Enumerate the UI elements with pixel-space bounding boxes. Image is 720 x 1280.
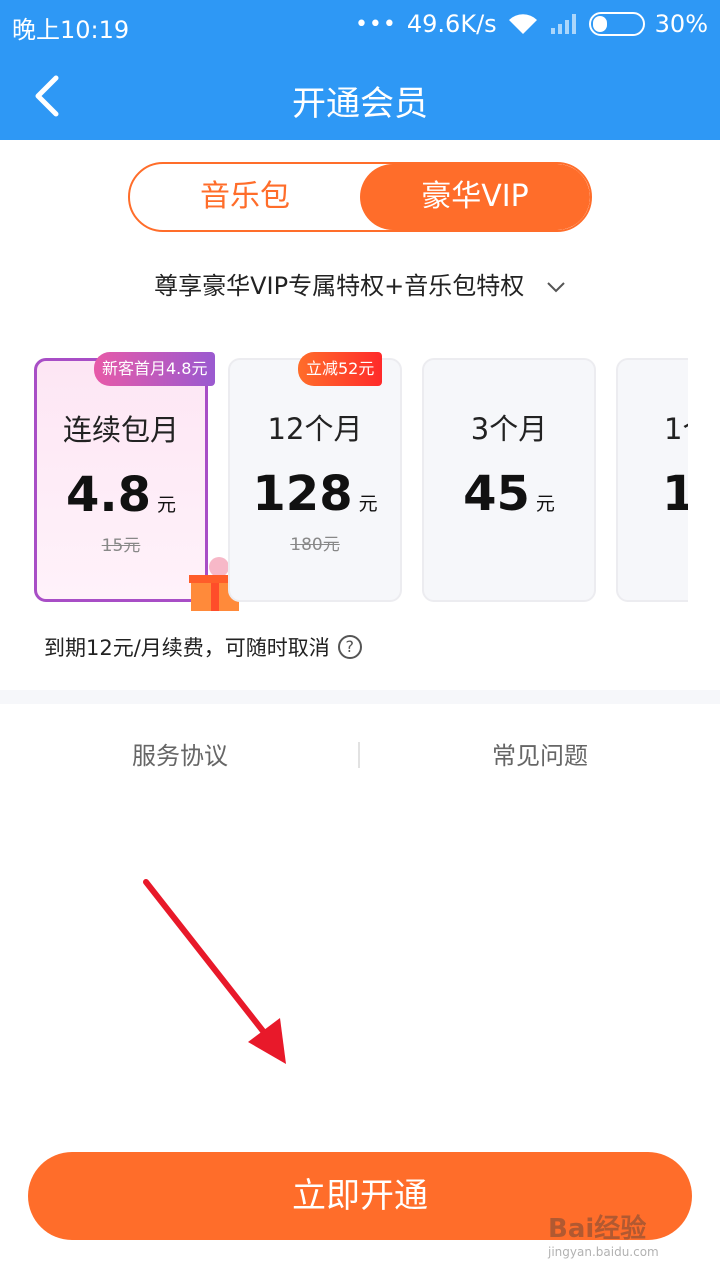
plan-price-value: 45 <box>463 466 530 522</box>
nav-bar: 开通会员 <box>0 52 720 140</box>
new-user-badge: 新客首月4.8元 <box>94 352 216 386</box>
status-right: ••• 49.6K/s 30% <box>355 10 708 38</box>
plan-card-3-months[interactable]: 3个月 45 元 <box>422 358 596 602</box>
battery-fill <box>592 16 607 32</box>
baidu-jingyan-watermark: Bai经验 jingyan.baidu.com <box>548 1208 708 1268</box>
network-speed: 49.6K/s <box>406 10 497 38</box>
signal-icon <box>550 14 576 34</box>
plan-price-unit: 元 <box>358 493 378 515</box>
page-title: 开通会员 <box>292 84 428 124</box>
watermark-sub: jingyan.baidu.com <box>548 1245 659 1259</box>
plan-cards: 连续包月 4.8元 15元 12个月 128元 180元 3个月 45元 1个 … <box>0 352 688 612</box>
plan-title: 连续包月 <box>62 413 179 447</box>
privilege-text: 尊享豪华VIP专属特权+音乐包特权 <box>154 272 525 300</box>
plan-card-monthly[interactable]: 连续包月 4.8 元 15元 <box>34 358 241 611</box>
more-dots-icon: ••• <box>354 11 397 37</box>
plan-type-segment: 音乐包 豪华VIP <box>128 162 592 232</box>
plan-price-unit: 元 <box>535 493 555 515</box>
discount-badge: 立减52元 <box>298 352 383 386</box>
battery-percent: 30% <box>654 10 708 38</box>
tab-luxury-vip[interactable]: 豪华VIP <box>360 164 590 230</box>
red-arrow-annotation <box>143 879 286 1064</box>
renewal-text: 到期12元/月续费，可随时取消 <box>44 636 330 660</box>
plan-price-unit: 元 <box>157 494 177 516</box>
status-time: 晚上10:19 <box>12 16 130 44</box>
privilege-toggle[interactable]: 尊享豪华VIP专属特权+音乐包特权 <box>0 266 720 301</box>
chevron-down-icon <box>547 282 565 293</box>
wifi-icon <box>508 14 537 34</box>
plan-title: 3个月 <box>470 412 548 446</box>
plan-price: 1 <box>618 466 688 522</box>
plan-original-price: 15元 <box>101 536 141 556</box>
plan-price: 45 元 <box>424 466 594 522</box>
plan-price-value: 1 <box>662 466 688 522</box>
plan-price-value: 128 <box>252 466 353 522</box>
plan-price-value: 4.8 <box>65 467 151 523</box>
plan-card-12-months[interactable]: 12个月 128 元 180元 <box>228 358 402 602</box>
section-divider <box>0 690 720 704</box>
help-icon[interactable]: ? <box>337 635 362 659</box>
plan-price: 4.8 元 <box>37 467 205 523</box>
status-bar: 晚上10:19 ••• 49.6K/s 30% <box>0 0 720 52</box>
plan-original-price: 180元 <box>290 535 340 555</box>
footer-links: 服务协议 常见问题 <box>0 720 720 776</box>
faq-link[interactable]: 常见问题 <box>360 736 720 771</box>
tab-music-pack[interactable]: 音乐包 <box>130 164 360 230</box>
watermark-main: Bai经验 <box>548 1214 647 1244</box>
plan-title: 12个月 <box>267 412 363 446</box>
renewal-note: 到期12元/月续费，可随时取消 ? <box>44 632 362 662</box>
plan-title: 1个 <box>664 412 688 446</box>
plan-card-partial[interactable]: 1个 1 <box>616 358 688 602</box>
plan-price: 128 元 <box>230 466 400 522</box>
service-agreement-link[interactable]: 服务协议 <box>0 736 360 771</box>
battery-icon <box>588 12 645 36</box>
